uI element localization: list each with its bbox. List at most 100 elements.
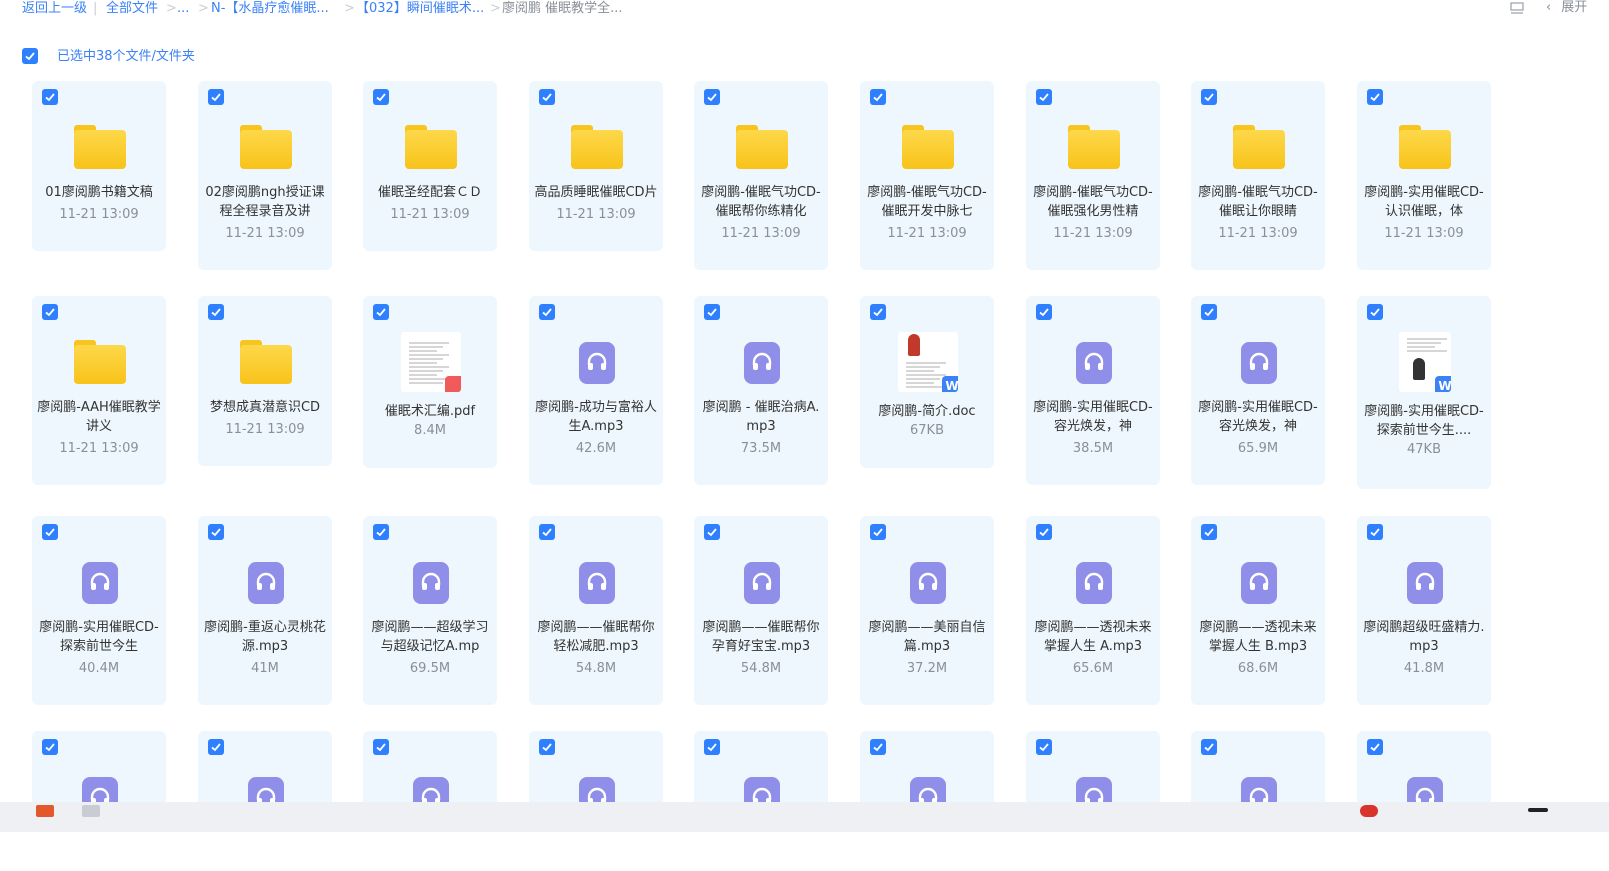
item-checkbox[interactable] xyxy=(704,89,720,105)
file-meta: 65.9M xyxy=(1237,441,1279,456)
file-name xyxy=(36,833,162,871)
item-checkbox[interactable] xyxy=(1036,304,1052,320)
item-checkbox[interactable] xyxy=(870,524,886,540)
item-checkbox[interactable] xyxy=(1036,739,1052,755)
item-checkbox[interactable] xyxy=(1367,304,1383,320)
file-item[interactable]: 廖阅鹏——催眠帮你轻松减肥.mp3 54.8M xyxy=(529,516,663,705)
folder-icon xyxy=(1399,125,1451,169)
doc-thumbnail: W xyxy=(898,332,958,392)
audio-file-icon xyxy=(1076,562,1112,604)
item-checkbox[interactable] xyxy=(1367,739,1383,755)
item-checkbox[interactable] xyxy=(870,89,886,105)
item-checkbox[interactable] xyxy=(870,739,886,755)
select-all-checkbox[interactable] xyxy=(22,48,38,64)
item-checkbox[interactable] xyxy=(539,89,555,105)
headphones-glyph xyxy=(1249,572,1269,590)
file-meta: 41M xyxy=(251,661,279,676)
folder-item[interactable]: 廖阅鹏-实用催眠CD-认识催眠，体 11-21 13:09 xyxy=(1357,81,1491,270)
folder-item[interactable]: 梦想成真潜意识CD 11-21 13:09 xyxy=(198,296,332,466)
check-icon xyxy=(1370,528,1380,537)
breadcrumb-all-files[interactable]: 全部文件 xyxy=(106,1,158,17)
app-icon[interactable] xyxy=(36,805,54,817)
headphones-glyph xyxy=(1415,572,1435,590)
item-checkbox[interactable] xyxy=(539,524,555,540)
item-checkbox[interactable] xyxy=(1201,89,1217,105)
item-checkbox[interactable] xyxy=(704,739,720,755)
app-icon[interactable] xyxy=(1360,805,1378,817)
chevron-left-icon: ‹ xyxy=(1546,0,1552,15)
folder-item[interactable]: 催眠圣经配套ＣＤ 11-21 13:09 xyxy=(363,81,497,251)
selection-count: 已选中38个文件/文件夹 xyxy=(57,49,195,64)
item-checkbox[interactable] xyxy=(42,304,58,320)
item-checkbox[interactable] xyxy=(539,304,555,320)
item-checkbox[interactable] xyxy=(539,739,555,755)
item-checkbox[interactable] xyxy=(1201,524,1217,540)
item-checkbox[interactable] xyxy=(208,739,224,755)
check-icon xyxy=(376,93,386,102)
folder-item[interactable]: 廖阅鹏-AAH催眠教学讲义 11-21 13:09 xyxy=(32,296,166,485)
item-checkbox[interactable] xyxy=(1036,524,1052,540)
file-item[interactable]: 廖阅鹏-重返心灵桃花源.mp3 41M xyxy=(198,516,332,705)
check-icon xyxy=(1370,308,1380,317)
check-icon xyxy=(211,308,221,317)
item-checkbox[interactable] xyxy=(208,304,224,320)
list-view-icon[interactable] xyxy=(1510,2,1524,14)
item-checkbox[interactable] xyxy=(373,524,389,540)
folder-item[interactable]: 廖阅鹏-催眠气功CD-催眠帮你练精化 11-21 13:09 xyxy=(694,81,828,270)
item-checkbox[interactable] xyxy=(1201,304,1217,320)
item-checkbox[interactable] xyxy=(704,524,720,540)
taskbar xyxy=(0,802,1609,832)
folder-item[interactable]: 廖阅鹏-催眠气功CD-催眠让你眼睛 11-21 13:09 xyxy=(1191,81,1325,270)
item-checkbox[interactable] xyxy=(1036,89,1052,105)
app-icon[interactable] xyxy=(82,805,100,817)
item-checkbox[interactable] xyxy=(42,739,58,755)
file-item[interactable]: 廖阅鹏-实用催眠CD-探索前世今生 40.4M xyxy=(32,516,166,705)
item-thumbnail xyxy=(1229,552,1289,612)
notification-icon[interactable] xyxy=(1528,808,1548,812)
file-meta: 11-21 13:09 xyxy=(1384,226,1464,241)
check-icon xyxy=(45,308,55,317)
portrait-image xyxy=(1413,358,1425,380)
check-icon xyxy=(1204,528,1214,537)
file-item[interactable]: 廖阅鹏-成功与富裕人生A.mp3 42.6M xyxy=(529,296,663,485)
item-checkbox[interactable] xyxy=(373,304,389,320)
folder-item[interactable]: 02廖阅鹏ngh授证课程全程录音及讲 11-21 13:09 xyxy=(198,81,332,270)
item-checkbox[interactable] xyxy=(208,89,224,105)
file-item[interactable]: W 廖阅鹏-简介.doc 67KB xyxy=(860,296,994,468)
folder-item[interactable]: 高品质睡眠催眠CD片 11-21 13:09 xyxy=(529,81,663,251)
file-item[interactable]: 廖阅鹏 - 催眠治病A.mp3 73.5M xyxy=(694,296,828,485)
file-item[interactable]: 廖阅鹏超级旺盛精力.mp3 41.8M xyxy=(1357,516,1491,705)
check-icon xyxy=(211,93,221,102)
item-checkbox[interactable] xyxy=(42,524,58,540)
file-item[interactable]: 廖阅鹏-实用催眠CD-容光焕发，神 38.5M xyxy=(1026,296,1160,485)
item-checkbox[interactable] xyxy=(208,524,224,540)
file-item[interactable]: W 廖阅鹏-实用催眠CD-探索前世今生.... 47KB xyxy=(1357,296,1491,489)
file-item[interactable]: 廖阅鹏-实用催眠CD-容光焕发，神 65.9M xyxy=(1191,296,1325,485)
folder-item[interactable]: 廖阅鹏-催眠气功CD-催眠开发中脉七 11-21 13:09 xyxy=(860,81,994,270)
item-thumbnail xyxy=(1395,117,1455,177)
file-meta: 40.4M xyxy=(78,661,120,676)
item-checkbox[interactable] xyxy=(373,739,389,755)
text-line xyxy=(409,342,449,344)
breadcrumb-ellipsis[interactable]: ... xyxy=(177,1,189,17)
file-item[interactable]: 催眠术汇编.pdf 8.4M xyxy=(363,296,497,468)
back-link[interactable]: 返回上一级 xyxy=(22,1,87,17)
item-checkbox[interactable] xyxy=(373,89,389,105)
file-item[interactable]: 廖阅鹏——透视未来掌握人生 B.mp3 68.6M xyxy=(1191,516,1325,705)
item-checkbox[interactable] xyxy=(1367,89,1383,105)
item-checkbox[interactable] xyxy=(1201,739,1217,755)
breadcrumb-folder-2[interactable]: 【032】瞬间催眠术... xyxy=(356,1,484,17)
expand-button[interactable]: ‹ 展开 xyxy=(1546,0,1587,16)
file-item[interactable]: 廖阅鹏——美丽自信篇.mp3 37.2M xyxy=(860,516,994,705)
file-item[interactable]: 廖阅鹏——催眠帮你孕育好宝宝.mp3 54.8M xyxy=(694,516,828,705)
item-checkbox[interactable] xyxy=(704,304,720,320)
folder-item[interactable]: 01廖阅鹏书籍文稿 11-21 13:09 xyxy=(32,81,166,251)
file-item[interactable]: 廖阅鹏——超级学习与超级记忆A.mp 69.5M xyxy=(363,516,497,705)
breadcrumb-folder-1[interactable]: N-【水晶疗愈催眠... xyxy=(211,1,329,17)
item-checkbox[interactable] xyxy=(1367,524,1383,540)
item-checkbox[interactable] xyxy=(870,304,886,320)
word-badge-icon: W xyxy=(942,376,958,392)
file-item[interactable]: 廖阅鹏——透视未来掌握人生 A.mp3 65.6M xyxy=(1026,516,1160,705)
item-checkbox[interactable] xyxy=(42,89,58,105)
folder-item[interactable]: 廖阅鹏-催眠气功CD-催眠强化男性精 11-21 13:09 xyxy=(1026,81,1160,270)
